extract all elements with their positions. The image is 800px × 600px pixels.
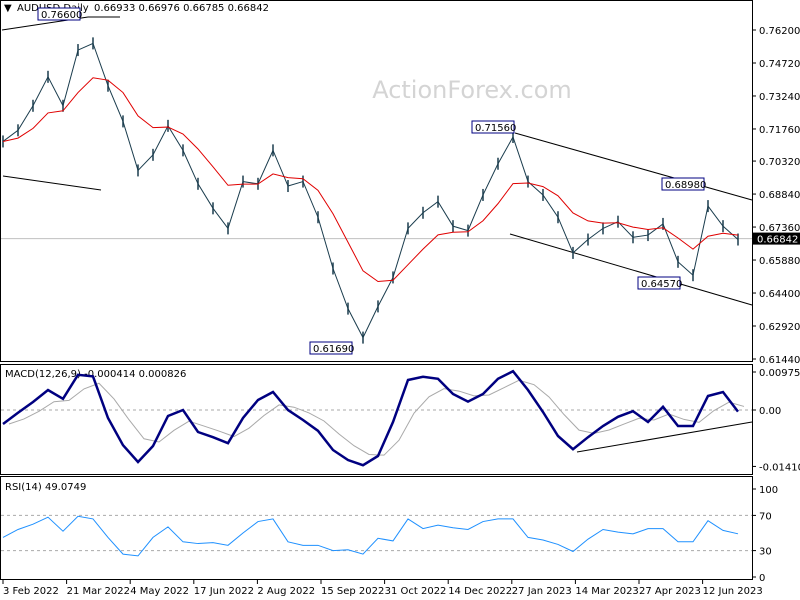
price-tick-label: 0.67360 [759,223,800,234]
trendline [514,132,753,201]
price-tick-label: 0.62920 [759,322,800,333]
price-tick-label: 0.74720 [759,59,800,70]
trendline [2,175,102,191]
price-tick-label: 0.70320 [759,157,800,168]
price-annotation: 0.71560 [475,123,516,134]
price-line [2,42,739,339]
price-tick-label: 0.64400 [759,289,800,300]
price-tick-label: 0.71760 [759,125,800,136]
trendline [509,233,753,306]
date-tick-label: 31 Oct 2022 [385,586,447,597]
price-tick-label: 0.76200 [759,26,800,37]
date-tick-label: 14 Mar 2023 [575,586,638,597]
price-annotation: 0.64570 [641,279,682,290]
macd-tick-label: 0.00 [759,406,781,417]
date-tick-label: 4 May 2022 [130,586,189,597]
price-annotation: 0.76600 [41,10,82,21]
rsi-tick-label: 70 [759,511,772,522]
date-tick-label: 14 Dec 2022 [448,586,512,597]
date-tick-label: 3 Feb 2022 [3,586,59,597]
chart-window: ActionForex.com ▼ AUDUSD,Daily 0.66933 0… [0,0,800,600]
price-tick-label: 0.65880 [759,256,800,267]
rsi-tick-label: 30 [759,547,772,558]
watermark: ActionForex.com [372,76,572,104]
macd-tick-label: -0.014107 [759,462,800,473]
date-tick-label: 27 Apr 2023 [639,586,701,597]
price-tick-label: 0.68840 [759,190,800,201]
date-tick-label: 15 Sep 2022 [321,586,384,597]
rsi-tick-label: 0 [759,573,765,584]
current-price-label: 0.66842 [757,235,798,246]
macd-signal-line [8,379,745,456]
date-tick-label: 12 Jun 2023 [703,586,763,597]
date-tick-label: 2 Aug 2022 [257,586,315,597]
rsi-panel [0,476,753,580]
price-annotation: 0.68980 [665,180,706,191]
date-tick-label: 27 Jan 2023 [512,586,572,597]
rsi-label: RSI(14) 49.0749 [5,482,86,493]
rsi-tick-label: 100 [759,485,778,496]
price-annotation: 0.61690 [313,344,354,355]
macd-label: MACD(12,26,9) -0.000414 0.000826 [5,369,186,380]
ohlc-readout: 0.66933 0.66976 0.66785 0.66842 [94,3,269,14]
rsi-line [2,515,739,557]
price-tick-label: 0.61440 [759,355,800,366]
price-panel [0,0,753,362]
moving-average-line [2,77,739,283]
macd-tick-label: 0.009751 [759,368,800,379]
date-tick-label: 17 Jun 2022 [194,586,254,597]
chart-canvas: ActionForex.com ▼ AUDUSD,Daily 0.66933 0… [0,0,800,597]
price-tick-label: 0.73240 [759,92,800,103]
triangle-down-icon: ▼ [4,3,12,14]
date-tick-label: 21 Mar 2022 [67,586,130,597]
macd-line [2,369,739,467]
